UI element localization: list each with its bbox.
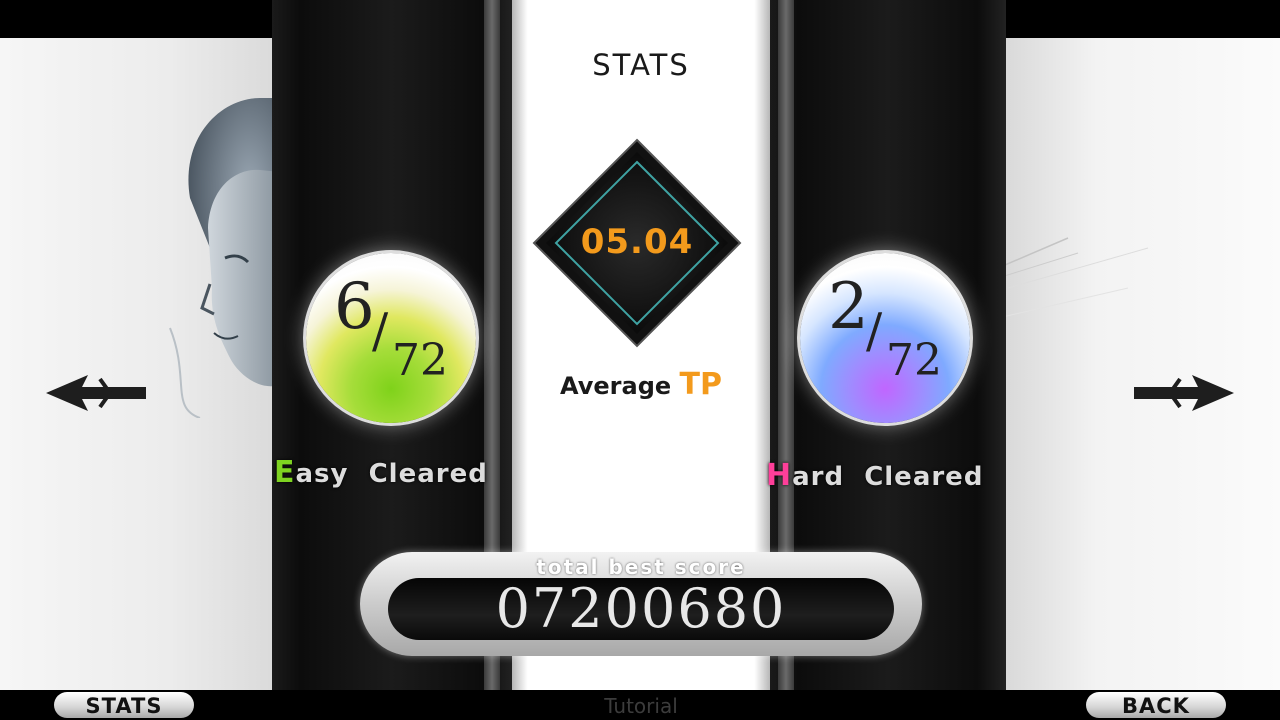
left-artwork-panel [0,38,290,690]
easy-cleared-orb: 6 / 72 [306,253,476,423]
hard-cleared-count: 2 [828,270,869,344]
average-tp-label-accent: TP [679,367,722,402]
average-tp-value: 05.04 [580,222,694,262]
hard-cleared-orb: 2 / 72 [800,253,970,423]
easy-total-count: 72 [392,335,448,386]
total-best-score-caption: total best score [536,555,746,579]
arrow-left-icon[interactable] [44,365,148,421]
stats-button[interactable]: STATS [54,692,194,718]
hard-total-count: 72 [886,335,942,386]
total-best-score-panel: total best score 07200680 [360,552,922,656]
total-best-score-display: 07200680 [388,578,894,640]
fraction-slash: / [866,303,883,359]
decorative-lines [998,237,1149,319]
easy-label-rest: asy Cleared [295,459,488,489]
hard-cleared-label: Hard Cleared [766,458,983,493]
hard-label-initial: H [766,458,793,493]
page-title: STATS [592,48,690,82]
right-artwork-panel [998,38,1280,690]
average-tp-label-prefix: Average [560,372,680,400]
character-portrait-image [169,98,290,418]
easy-label-initial: E [274,455,296,490]
back-button[interactable]: BACK [1086,692,1226,718]
fraction-slash: / [372,303,389,359]
easy-cleared-count: 6 [334,270,375,344]
total-best-score-value: 07200680 [495,577,787,640]
hard-label-rest: ard Cleared [792,462,984,492]
tutorial-label: Tutorial [604,694,678,718]
easy-cleared-label: Easy Cleared [274,455,488,490]
stats-screen: STATS 05.04 Average TP 6 / 72 Easy Clear… [0,0,1280,720]
average-tp-label: Average TP [512,367,770,402]
arrow-right-icon[interactable] [1132,365,1236,421]
